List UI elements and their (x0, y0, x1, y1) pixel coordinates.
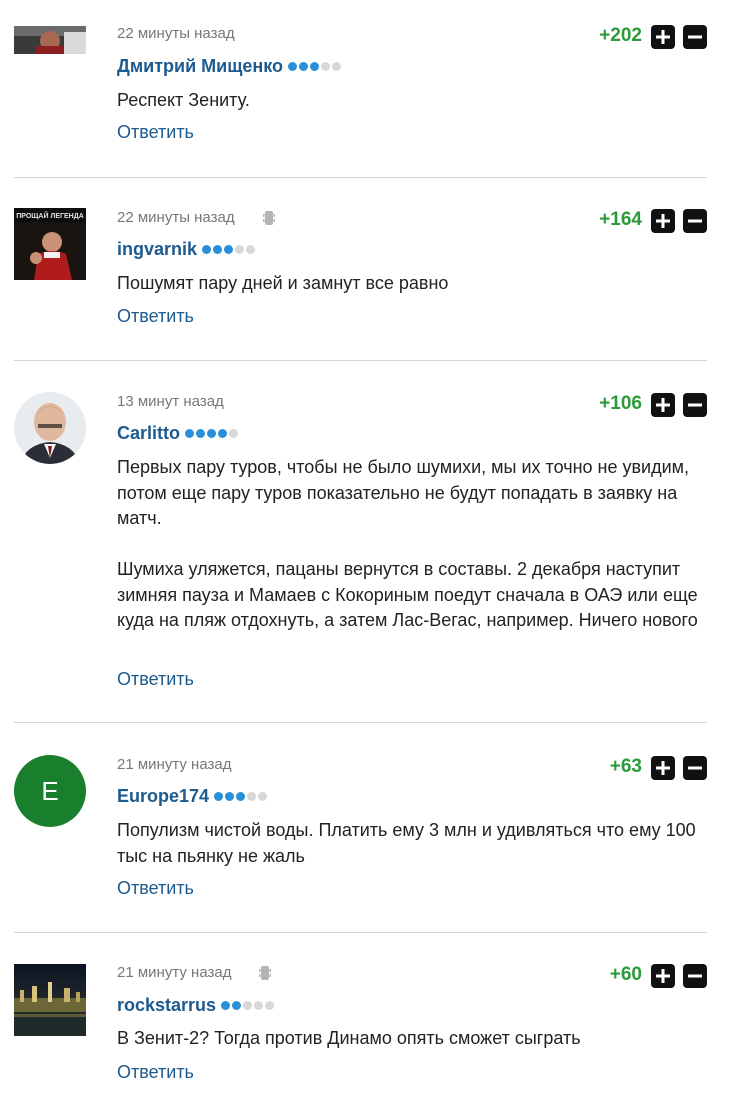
avatar[interactable] (14, 964, 86, 1036)
divider (14, 722, 707, 723)
author-line: Дмитрий Мищенко (117, 56, 342, 77)
divider (14, 177, 707, 178)
user-rating-dots (288, 62, 342, 71)
rating-dot (221, 1001, 231, 1010)
avatar[interactable] (14, 392, 86, 464)
rating-dot (299, 62, 309, 71)
user-rating-dots (221, 1001, 275, 1010)
comment-text: В Зенит-2? Тогда против Динамо опять смо… (117, 1026, 717, 1052)
rating-dot (225, 792, 235, 801)
plus-icon (656, 761, 670, 775)
comment-text: Первых пару туров, чтобы не было шумихи,… (117, 455, 712, 634)
comment-score: +106 (599, 393, 642, 414)
author-line: ingvarnik (117, 239, 256, 260)
rating-dot (258, 792, 268, 801)
rating-dot (185, 429, 194, 438)
comment-score: +164 (599, 209, 642, 230)
rating-dot (196, 429, 205, 438)
reply-link[interactable]: Ответить (117, 1062, 194, 1083)
comment-time: 21 минуту назад (117, 964, 232, 981)
rating-dot (265, 1001, 275, 1010)
avatar-letter: E (41, 775, 59, 806)
author-line: Carlitto (117, 423, 238, 444)
rating-dot (235, 245, 245, 254)
author-line: rockstarrus (117, 995, 275, 1016)
user-rating-dots (185, 429, 238, 438)
rating-dot (246, 245, 256, 254)
minus-icon (688, 974, 702, 978)
rating-dot (254, 1001, 264, 1010)
comment-paragraph: В Зенит-2? Тогда против Динамо опять смо… (117, 1028, 581, 1048)
minus-icon (688, 766, 702, 770)
minus-icon (688, 403, 702, 407)
avatar[interactable]: E (14, 755, 86, 827)
rating-dot (224, 245, 234, 254)
author-name[interactable]: rockstarrus (117, 995, 216, 1016)
rating-dot (214, 792, 224, 801)
plus-icon (656, 30, 670, 44)
avatar[interactable]: ПРОЩАЙ ЛЕГЕНДА (14, 208, 86, 280)
user-rating-dots (202, 245, 256, 254)
rating-dot (207, 429, 216, 438)
avatar-caption: ПРОЩАЙ ЛЕГЕНДА (16, 211, 84, 220)
divider (14, 932, 707, 933)
author-name[interactable]: Europe174 (117, 786, 209, 807)
vote-up-button[interactable] (651, 209, 675, 233)
reply-link[interactable]: Ответить (117, 306, 194, 327)
comment-time: 21 минуту назад (117, 756, 232, 773)
rating-dot (236, 792, 246, 801)
comment-text: Пошумят пару дней и замнут все равно (117, 271, 717, 297)
author-line: Europe174 (117, 786, 268, 807)
mobile-phone-icon (262, 208, 276, 228)
author-name[interactable]: Дмитрий Мищенко (117, 56, 283, 77)
vote-down-button[interactable] (683, 209, 707, 233)
comment-text: Респект Зениту. (117, 88, 717, 114)
comment-paragraph: Респект Зениту. (117, 90, 250, 110)
vote-down-button[interactable] (683, 25, 707, 49)
rating-dot (229, 429, 238, 438)
comment-paragraph: Популизм чистой воды. Платить ему 3 млн … (117, 820, 696, 866)
rating-dot (288, 62, 298, 71)
comment-score: +202 (599, 25, 642, 46)
vote-down-button[interactable] (683, 964, 707, 988)
divider (14, 360, 707, 361)
mobile-phone-icon (258, 963, 272, 983)
comment-paragraph: Пошумят пару дней и замнут все равно (117, 273, 449, 293)
vote-down-button[interactable] (683, 393, 707, 417)
vote-up-button[interactable] (651, 756, 675, 780)
reply-link[interactable]: Ответить (117, 669, 194, 690)
reply-link[interactable]: Ответить (117, 878, 194, 899)
minus-icon (688, 219, 702, 223)
minus-icon (688, 35, 702, 39)
comment-paragraph: Шумиха уляжется, пацаны вернутся в соста… (117, 559, 698, 630)
avatar[interactable] (14, 26, 86, 54)
rating-dot (332, 62, 342, 71)
rating-dot (310, 62, 320, 71)
author-name[interactable]: Carlitto (117, 423, 180, 444)
vote-up-button[interactable] (651, 964, 675, 988)
rating-dot (243, 1001, 253, 1010)
comment-time: 13 минут назад (117, 393, 224, 410)
rating-dot (213, 245, 223, 254)
reply-link[interactable]: Ответить (117, 122, 194, 143)
vote-up-button[interactable] (651, 25, 675, 49)
comment-score: +63 (609, 756, 642, 777)
plus-icon (656, 969, 670, 983)
comment-time: 22 минуты назад (117, 209, 235, 226)
rating-dot (321, 62, 331, 71)
author-name[interactable]: ingvarnik (117, 239, 197, 260)
rating-dot (218, 429, 227, 438)
vote-down-button[interactable] (683, 756, 707, 780)
rating-dot (202, 245, 212, 254)
plus-icon (656, 214, 670, 228)
comment-paragraph: Первых пару туров, чтобы не было шумихи,… (117, 457, 690, 528)
comment-text: Популизм чистой воды. Платить ему 3 млн … (117, 818, 697, 869)
comment-time: 22 минуты назад (117, 25, 235, 42)
vote-up-button[interactable] (651, 393, 675, 417)
comment-score: +60 (609, 964, 642, 985)
plus-icon (656, 398, 670, 412)
user-rating-dots (214, 792, 268, 801)
rating-dot (232, 1001, 242, 1010)
rating-dot (247, 792, 257, 801)
